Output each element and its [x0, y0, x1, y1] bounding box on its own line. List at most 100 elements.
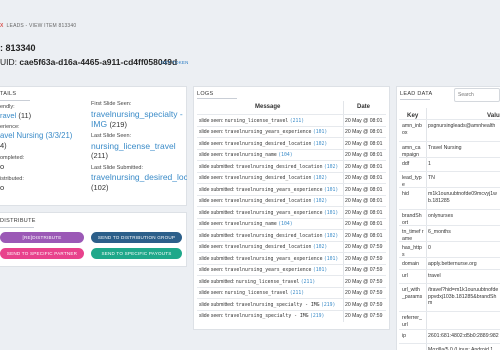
- log-count[interactable]: (104): [278, 153, 292, 158]
- log-count[interactable]: (102): [313, 142, 327, 147]
- log-count[interactable]: (101): [313, 268, 327, 273]
- log-count[interactable]: (102): [313, 199, 327, 204]
- log-date: 20 May @ 08:01: [345, 198, 383, 204]
- log-count[interactable]: (211): [301, 280, 315, 285]
- lead-header-value[interactable]: Valu: [487, 112, 500, 119]
- completed-label: ompleted:: [0, 155, 25, 161]
- log-action: slide seen:: [199, 117, 224, 124]
- log-date: 20 May @ 08:01: [345, 175, 383, 181]
- first-slide-link[interactable]: travelnursing_specialty - IMG: [91, 109, 183, 129]
- table-row: slide seen: travelnursing_specialty - IM…: [197, 309, 386, 322]
- log-action: slide seen:: [199, 244, 224, 250]
- log-count[interactable]: (104): [278, 222, 292, 227]
- log-date: 20 May @ 08:01: [345, 163, 383, 170]
- logs-header-message[interactable]: Message: [255, 104, 280, 110]
- log-date: 20 May @ 07:59: [345, 244, 383, 250]
- log-action: slide submitted:: [199, 186, 235, 193]
- log-action: slide seen:: [199, 221, 224, 227]
- experience-label: erience:: [0, 124, 20, 130]
- log-count[interactable]: (219): [310, 314, 324, 319]
- search-input[interactable]: [454, 88, 500, 102]
- logs-title-underline: [197, 98, 237, 99]
- table-row: slide seen: travelnursing_desired_locati…: [197, 137, 386, 149]
- table-row: slide seen: travelnursing_name (104) 20 M…: [197, 148, 386, 161]
- log-action: slide seen:: [199, 140, 224, 147]
- experience-link[interactable]: avel Nursing (3/3/21): [0, 131, 72, 140]
- log-action: slide submitted:: [199, 278, 235, 285]
- log-message: slide seen: nursing_license_travel (211): [199, 290, 304, 296]
- log-slide: nursing_license_travel: [224, 118, 289, 124]
- log-message: slide submitted: nursing_license_travel …: [199, 279, 315, 285]
- log-message: slide seen: travelnursing_years_experien…: [199, 129, 327, 135]
- lead-data-title-underline: [400, 99, 430, 100]
- lead-value: m1k1ouruubtnofde09mcvyj1w b.181285: [428, 191, 497, 204]
- log-date: 20 May @ 07:59: [345, 255, 383, 262]
- log-count[interactable]: (102): [324, 165, 338, 170]
- log-count[interactable]: (211): [290, 119, 304, 124]
- table-row: brandSh ort onlynurses: [399, 209, 500, 226]
- experience-count: 4): [0, 141, 7, 150]
- log-date: 20 May @ 08:01: [345, 140, 383, 147]
- get-token-link[interactable]: GET TOKEN: [161, 60, 189, 65]
- lead-header-key[interactable]: Key: [407, 112, 418, 119]
- friendly-link[interactable]: ravel: [0, 111, 16, 120]
- table-row: slide submitted: nursing_license_travel …: [197, 275, 386, 287]
- lead-value: TN: [428, 175, 435, 181]
- lead-key: ddf: [402, 161, 410, 167]
- log-slide: travelnursing_specialty - IMG: [224, 314, 309, 319]
- log-count[interactable]: (101): [324, 211, 338, 216]
- friendly-value: ravel (11): [0, 111, 31, 120]
- log-message: slide seen: nursing_license_travel (211): [199, 118, 304, 124]
- log-slide: travelnursing_years_experience: [224, 130, 312, 135]
- page-title: : 813340: [0, 43, 36, 53]
- table-row: slide seen: travelnursing_desired_locati…: [197, 194, 386, 207]
- close-icon[interactable]: X: [0, 23, 4, 29]
- table-row: slide seen: travelnursing_name (104) 20 M…: [197, 217, 386, 230]
- log-action: slide seen:: [199, 198, 224, 204]
- table-row: tn_timef rame 6_months: [399, 225, 500, 242]
- log-date: 20 May @ 08:01: [345, 209, 383, 216]
- last-submitted-link[interactable]: travelnursing_desired_location: [91, 172, 187, 182]
- first-slide-value: travelnursing_specialty - IMG (219): [91, 109, 186, 130]
- log-date: 20 May @ 08:01: [345, 186, 383, 193]
- log-count[interactable]: (101): [313, 130, 327, 135]
- lead-value: psgnursingleads@amnhealth: [428, 123, 496, 129]
- uid-value: cae5f63a-d16a-4465-a911-cd4ff058049d: [19, 57, 178, 67]
- log-message: slide seen: travelnursing_years_experien…: [199, 267, 327, 273]
- completed-value: o: [0, 162, 5, 171]
- send-specific-payouts-button[interactable]: SEND TO SPECIFIC PAYOUTS: [91, 248, 182, 259]
- log-slide: travelnursing_desired_location: [235, 164, 323, 170]
- log-count[interactable]: (101): [324, 257, 338, 262]
- friendly-label: endly:: [0, 104, 15, 110]
- uid-label: UID:: [0, 57, 17, 67]
- send-distribution-group-button[interactable]: SEND TO DISTRIBUTION GROUP: [91, 232, 182, 243]
- log-count[interactable]: (101): [324, 188, 338, 193]
- log-slide: travelnursing_desired_location: [224, 176, 312, 181]
- table-row: slide submitted: travelnursing_desired_l…: [197, 160, 386, 172]
- table-row: domain apply.betternurse.org: [399, 257, 500, 269]
- lead-value: /travel?hid=m1k1ouruubtnofde ppvdxj103b.…: [428, 287, 499, 306]
- log-slide: travelnursing_years_experience: [235, 187, 323, 193]
- log-count[interactable]: (102): [313, 176, 327, 181]
- send-specific-partner-button[interactable]: SEND TO SPECIFIC PARTNER: [0, 248, 84, 259]
- log-slide: travelnursing_years_experience: [235, 256, 323, 262]
- log-count[interactable]: (102): [324, 234, 338, 239]
- log-slide: travelnursing_years_experience: [224, 268, 312, 273]
- log-action: slide submitted:: [199, 209, 235, 216]
- table-row: slide submitted: travelnursing_years_exp…: [197, 252, 386, 264]
- log-action: slide submitted:: [199, 232, 235, 239]
- redistribute-button[interactable]: [RE]DISTRIBUTE: [0, 232, 84, 243]
- log-count[interactable]: (219): [321, 303, 335, 308]
- log-action: slide seen:: [199, 175, 224, 181]
- log-count[interactable]: (102): [313, 245, 327, 250]
- log-date: 20 May @ 07:59: [345, 278, 383, 285]
- log-action: slide submitted:: [199, 301, 235, 308]
- last-submitted-label: Last Slide Submitted:: [91, 165, 143, 171]
- log-count[interactable]: (211): [290, 291, 304, 296]
- log-action: slide seen:: [199, 267, 224, 273]
- log-message: slide seen: travelnursing_desired_locati…: [199, 198, 327, 204]
- last-slide-link[interactable]: nursing_license_travel: [91, 141, 176, 151]
- logs-header-date[interactable]: Date: [357, 104, 370, 110]
- log-message: slide submitted: travelnursing_specialty…: [199, 302, 335, 308]
- log-action: slide seen:: [199, 290, 224, 296]
